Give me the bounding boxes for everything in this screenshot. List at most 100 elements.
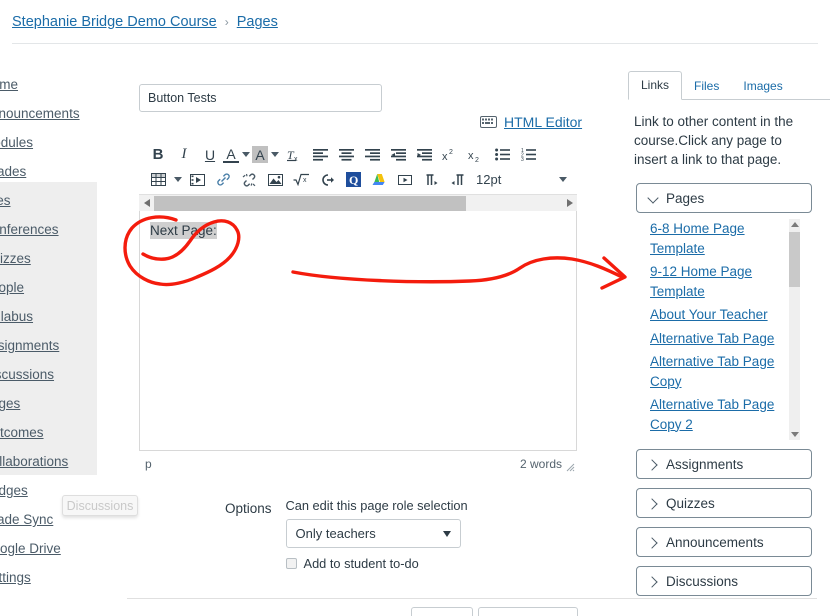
course-nav-item-label[interactable]: Grade Sync — [0, 512, 53, 527]
page-links-scroll-thumb[interactable] — [789, 232, 800, 287]
unlink-icon[interactable] — [236, 168, 262, 191]
page-title-input[interactable] — [139, 84, 382, 112]
course-nav-item-label[interactable]: Conferences — [0, 222, 59, 237]
ltr-direction-icon[interactable] — [418, 168, 444, 191]
course-nav-item-label[interactable]: Google Drive — [0, 541, 61, 556]
toolbar-horizontal-scrollbar[interactable] — [139, 194, 577, 211]
course-nav-item-people[interactable]: People — [0, 273, 97, 302]
quizzes-q-icon[interactable]: Q — [340, 168, 366, 191]
course-nav-item-pages[interactable]: Pages — [0, 389, 97, 418]
link-icon[interactable] — [210, 168, 236, 191]
exit-arrow-icon[interactable] — [314, 168, 340, 191]
accordion-discussions[interactable]: Discussions — [636, 566, 812, 596]
course-nav-item-settings[interactable]: Settings — [0, 563, 97, 592]
course-nav-item-label[interactable]: Pages — [0, 396, 20, 411]
accordion-quizzes[interactable]: Quizzes — [636, 488, 812, 518]
course-nav-item-files[interactable]: Files — [0, 186, 97, 215]
clear-formatting-icon[interactable]: Tx — [281, 143, 307, 166]
google-drive-icon[interactable] — [366, 168, 392, 191]
text-color-caret-icon[interactable] — [239, 143, 252, 166]
course-nav-item-announcements[interactable]: Announcements — [0, 99, 97, 128]
course-nav-item-label[interactable]: Outcomes — [0, 425, 44, 440]
add-to-todo-checkbox[interactable] — [285, 558, 297, 569]
font-size-selector[interactable]: 12pt — [470, 172, 507, 187]
page-link[interactable]: Alternative Tab Page Copy 2 — [650, 395, 790, 434]
page-link[interactable]: Alternative Tab Page — [650, 329, 790, 349]
course-nav-item-home[interactable]: Home — [0, 70, 97, 99]
scrollbar-thumb[interactable] — [154, 195, 466, 211]
course-nav-item-label[interactable]: Collaborations — [0, 454, 68, 469]
highlight-color-caret-icon[interactable] — [268, 143, 281, 166]
course-nav-item-modules[interactable]: Modules — [0, 128, 97, 157]
editor-content-area[interactable]: Next Page: — [139, 211, 577, 451]
course-nav-item-label[interactable]: Quizzes — [0, 251, 31, 266]
align-center-icon[interactable] — [333, 143, 359, 166]
course-nav-item-collaborations[interactable]: Collaborations — [0, 447, 97, 476]
course-nav-item-label[interactable]: Grades — [0, 164, 26, 179]
highlight-color-icon[interactable]: A — [252, 146, 268, 163]
italic-icon[interactable]: I — [171, 143, 197, 166]
table-caret-icon[interactable] — [171, 168, 184, 191]
course-nav-item-label[interactable]: Assignments — [0, 338, 59, 353]
course-nav-item-assignments[interactable]: Assignments — [0, 331, 97, 360]
course-nav-item-label[interactable]: People — [0, 280, 24, 295]
course-nav-item-label[interactable]: Announcements — [0, 106, 80, 121]
indent-icon[interactable] — [411, 143, 437, 166]
course-nav-item-label[interactable]: Discussions — [0, 367, 54, 382]
accordion-pages[interactable]: Pages — [636, 183, 812, 213]
course-nav-item-label[interactable]: Badges — [0, 483, 28, 498]
breadcrumb-pages-link[interactable]: Pages — [237, 14, 278, 30]
course-nav-item-syllabus[interactable]: Syllabus — [0, 302, 97, 331]
editor-resize-grip[interactable] — [565, 461, 575, 472]
course-nav-item-discussions[interactable]: Discussions — [0, 360, 97, 389]
page-links-scrollbar[interactable] — [789, 219, 800, 440]
toolbar-overflow-caret-icon[interactable] — [556, 168, 569, 191]
accordion-assignments[interactable]: Assignments — [636, 449, 812, 479]
cancel-button[interactable] — [411, 607, 473, 616]
tab-images[interactable]: Images — [731, 73, 794, 100]
course-nav-item-label[interactable]: Home — [0, 77, 18, 92]
html-editor-link-label[interactable]: HTML Editor — [504, 114, 582, 130]
course-nav-item-label[interactable]: Syllabus — [0, 309, 33, 324]
page-link[interactable]: About Your Teacher — [650, 305, 790, 325]
table-icon[interactable] — [145, 168, 171, 191]
course-nav-item-label[interactable]: Modules — [0, 135, 33, 150]
save-button[interactable] — [478, 607, 578, 616]
course-nav-item-label[interactable]: Settings — [0, 570, 31, 585]
page-link[interactable]: 6-8 Home Page Template — [650, 219, 790, 258]
page-link[interactable]: Button Catalog — [650, 438, 790, 440]
math-equation-icon[interactable]: x — [288, 168, 314, 191]
accordion-announcements[interactable]: Announcements — [636, 527, 812, 557]
image-icon[interactable] — [262, 168, 288, 191]
page-link[interactable]: 9-12 Home Page Template — [650, 262, 790, 301]
bullet-list-icon[interactable] — [489, 143, 515, 166]
scroll-left-arrow-icon[interactable] — [139, 195, 154, 212]
course-nav-item-label[interactable]: Files — [0, 193, 11, 208]
add-to-todo-row[interactable]: Add to student to-do — [285, 556, 468, 571]
rtl-direction-icon[interactable] — [444, 168, 470, 191]
scroll-down-arrow-icon[interactable] — [789, 429, 800, 440]
media-icon[interactable] — [184, 168, 210, 191]
align-right-icon[interactable] — [359, 143, 385, 166]
tab-files[interactable]: Files — [682, 73, 731, 100]
outdent-icon[interactable] — [385, 143, 411, 166]
editor-selected-text[interactable]: Next Page: — [150, 222, 217, 239]
video-icon[interactable] — [392, 168, 418, 191]
course-nav-item-grades[interactable]: Grades — [0, 157, 97, 186]
underline-icon[interactable]: U — [197, 143, 223, 166]
subscript-icon[interactable]: x2 — [463, 143, 489, 166]
page-link[interactable]: Alternative Tab Page Copy — [650, 352, 790, 391]
align-left-icon[interactable] — [307, 143, 333, 166]
scrollbar-track[interactable] — [154, 195, 562, 212]
numbered-list-icon[interactable]: 123 — [515, 143, 541, 166]
course-nav-item-outcomes[interactable]: Outcomes — [0, 418, 97, 447]
tab-links[interactable]: Links — [628, 71, 683, 100]
drag-ghost-discussions[interactable]: Discussions — [62, 495, 138, 516]
html-editor-toggle[interactable]: HTML Editor — [480, 114, 582, 130]
role-select[interactable]: Only teachers — [285, 519, 461, 548]
bold-icon[interactable]: B — [145, 143, 171, 166]
text-color-icon[interactable]: A — [223, 146, 239, 163]
scroll-up-arrow-icon[interactable] — [789, 219, 800, 230]
course-nav-item-google-drive[interactable]: Google Drive — [0, 534, 97, 563]
course-nav-item-conferences[interactable]: Conferences — [0, 215, 97, 244]
